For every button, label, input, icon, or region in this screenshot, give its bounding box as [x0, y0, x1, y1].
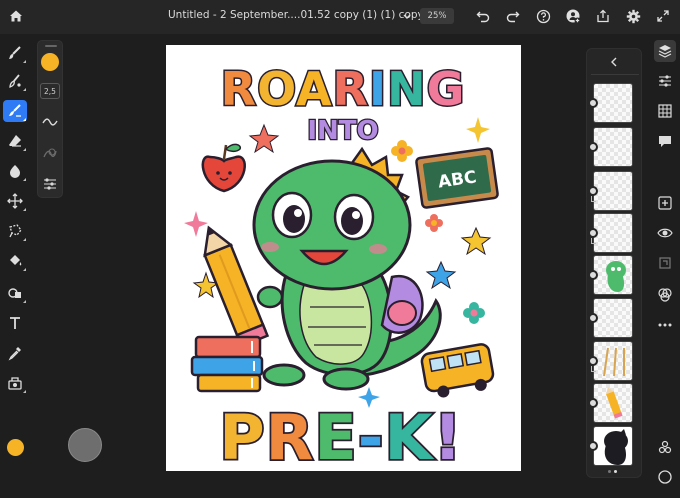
expand-icon[interactable]	[654, 7, 672, 25]
layer-thumbnail[interactable]	[593, 298, 633, 338]
title-letter: R	[333, 62, 369, 116]
flower	[391, 140, 413, 162]
home-icon[interactable]	[6, 6, 26, 26]
layer-visibility-dot[interactable]	[588, 186, 598, 196]
artwork-image: ABC ROARING INTO PRE-K!	[184, 61, 499, 471]
zoom-level[interactable]: 25%	[420, 8, 454, 24]
layer-thumbnail[interactable]	[593, 83, 633, 123]
clipping-mask-icon	[591, 366, 596, 372]
add-layer-icon[interactable]	[654, 192, 676, 214]
blend-icon[interactable]	[654, 284, 676, 306]
layer-visibility-dot[interactable]	[588, 98, 598, 108]
blur-icon[interactable]	[3, 160, 27, 182]
title-letter: K	[384, 401, 434, 471]
layer-visibility-dot[interactable]	[588, 398, 598, 408]
undo-icon[interactable]	[474, 7, 492, 25]
layer-visibility-dot[interactable]	[588, 356, 598, 366]
brush-size-field[interactable]: 2,5	[40, 83, 60, 99]
layer-thumbnail[interactable]	[593, 255, 633, 295]
chevron-left-icon[interactable]	[607, 55, 621, 69]
type-icon[interactable]	[3, 312, 27, 334]
title-into: INTO	[307, 116, 378, 146]
shape-icon[interactable]	[3, 282, 27, 304]
layer-thumbnail[interactable]	[593, 171, 633, 211]
options-icon[interactable]	[654, 436, 676, 458]
layers-panel	[586, 48, 642, 478]
pressure-icon[interactable]	[40, 145, 60, 163]
brush-panel: 2,5	[37, 40, 63, 198]
circle-icon[interactable]	[654, 466, 676, 488]
title-letter: E	[314, 401, 357, 471]
title-letter: O	[257, 62, 296, 116]
properties-icon[interactable]	[654, 70, 676, 92]
title-roaring: ROARING	[221, 62, 466, 116]
title-letter: -	[358, 401, 385, 471]
modifier-touch-button[interactable]	[68, 428, 102, 462]
document-canvas[interactable]: ABC ROARING INTO PRE-K!	[166, 45, 521, 471]
visibility-icon[interactable]	[654, 222, 676, 244]
brush-icon[interactable]	[3, 42, 27, 64]
settings-icon[interactable]	[624, 7, 642, 25]
dinosaur	[252, 146, 442, 391]
layer-visibility-dot[interactable]	[588, 142, 598, 152]
comment-icon[interactable]	[654, 130, 676, 152]
title-letter: A	[296, 62, 333, 116]
left-toolbar	[0, 34, 30, 498]
title-letter: R	[221, 62, 257, 116]
brush-settings-icon[interactable]	[40, 175, 60, 193]
foreground-color-swatch[interactable]	[7, 439, 24, 456]
lasso-icon[interactable]	[3, 220, 27, 242]
clipping-mask-icon	[591, 196, 596, 202]
eraser-icon[interactable]	[3, 130, 27, 152]
title-letter: N	[387, 62, 427, 116]
layer-thumbnail[interactable]	[593, 213, 633, 253]
redo-icon[interactable]	[504, 7, 522, 25]
eraser-brush-icon[interactable]	[3, 100, 27, 122]
panel-divider	[591, 74, 639, 75]
brush-color-swatch[interactable]	[41, 53, 59, 71]
chalkboard: ABC	[415, 147, 499, 209]
school-bus	[420, 343, 495, 398]
title-pre-k-letters: PRE-K!	[219, 401, 463, 471]
eyedropper-icon[interactable]	[3, 342, 27, 364]
layer-visibility-dot[interactable]	[588, 441, 598, 451]
share-icon[interactable]	[594, 7, 612, 25]
title-letter: I	[369, 62, 387, 116]
title-letter: P	[219, 401, 265, 471]
stroke-icon[interactable]	[40, 113, 60, 131]
apple	[201, 143, 246, 193]
chevron-down-icon[interactable]	[401, 9, 413, 23]
title-letter: !	[434, 401, 463, 471]
books	[190, 335, 264, 393]
layer-thumbnail[interactable]	[593, 426, 633, 466]
add-user-icon[interactable]	[564, 7, 582, 25]
layer-thumbnail[interactable]	[593, 341, 633, 381]
panel-handle[interactable]	[45, 45, 57, 47]
mask-icon[interactable]	[654, 252, 676, 274]
move-icon[interactable]	[3, 190, 27, 212]
top-bar: Untitled - 2 September....01.52 copy (1)…	[0, 0, 680, 34]
more-icon[interactable]	[654, 314, 676, 336]
layer-thumbnail[interactable]	[593, 383, 633, 423]
layer-thumbnail[interactable]	[593, 127, 633, 167]
layer-visibility-dot[interactable]	[588, 313, 598, 323]
title-roaring-letters: ROARING	[221, 62, 466, 116]
title-pre-k: PRE-K!	[219, 401, 463, 471]
app-window: Untitled - 2 September....01.52 copy (1)…	[0, 0, 680, 498]
clipping-mask-icon	[591, 238, 596, 244]
right-toolbar	[650, 34, 680, 498]
smudge-icon[interactable]	[3, 70, 27, 92]
title-letter: G	[427, 62, 466, 116]
adjust-icon[interactable]	[3, 372, 27, 394]
help-icon[interactable]	[534, 7, 552, 25]
fill-icon[interactable]	[3, 250, 27, 272]
layers-icon[interactable]	[654, 40, 676, 62]
panel-page-indicator	[608, 470, 617, 473]
title-letter: R	[266, 401, 315, 471]
layer-visibility-dot[interactable]	[588, 270, 598, 280]
grid-icon[interactable]	[654, 100, 676, 122]
layer-visibility-dot[interactable]	[588, 228, 598, 238]
